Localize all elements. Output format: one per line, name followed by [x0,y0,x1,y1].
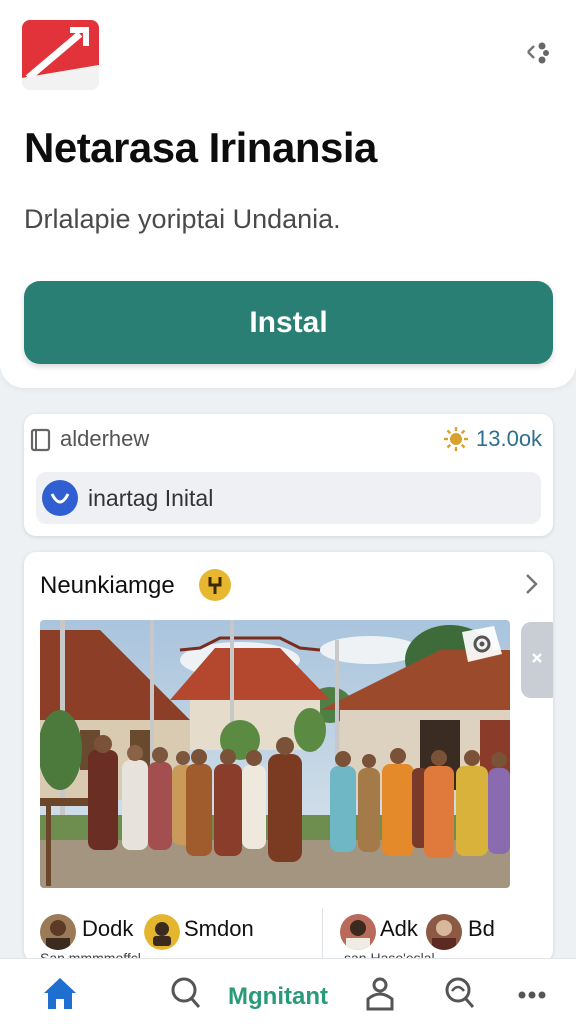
home-icon[interactable] [40,973,80,1013]
avatar[interactable] [426,914,462,950]
feed-card: Neunkiamge Dodk Smdon Adk Bd [24,552,553,962]
avatar[interactable] [340,914,376,950]
discover-icon[interactable] [440,973,480,1013]
info-label: alderhew [60,426,150,451]
app-logo-icon [22,20,99,90]
village-group-photo[interactable] [40,620,510,888]
person-name: Adk [380,916,418,941]
person-name: Smdon [184,916,254,941]
chevron-right-icon[interactable] [522,572,542,596]
install-button[interactable]: Instal [24,281,553,364]
rating-sun-icon [444,427,468,451]
feed-title: Neunkiamge [40,572,175,599]
side-tab-handle[interactable] [521,622,553,698]
nav-center-label[interactable]: Mgnitant [228,983,328,1011]
check-badge-icon [42,480,78,516]
meta-divider [322,908,323,962]
app-header-card: Netarasa Irinansia Drlalapie yoriptai Un… [0,0,576,388]
book-icon [30,428,52,452]
install-chip[interactable]: inartag Inital [36,472,541,524]
avatar[interactable] [144,914,180,950]
person-name: Dodk [82,916,134,941]
rating-value: 13.0ok [476,426,543,451]
share-dots-icon[interactable] [520,38,556,68]
search-icon[interactable] [166,973,206,1013]
bottom-navigation: Mgnitant [0,958,576,1024]
lightning-badge-icon [198,568,232,602]
avatar[interactable] [40,914,76,950]
info-card: alderhew 13.0ok inartag Inital [24,414,553,536]
profile-icon[interactable] [360,973,400,1013]
camera-badge-icon[interactable] [460,624,504,664]
app-subtitle: Drlalapie yoriptai Undania. [24,204,341,234]
app-title: Netarasa Irinansia [24,124,377,171]
person-name: Bd [468,916,495,941]
chip-label: inartag Inital [88,485,214,511]
more-icon[interactable] [514,973,554,1013]
